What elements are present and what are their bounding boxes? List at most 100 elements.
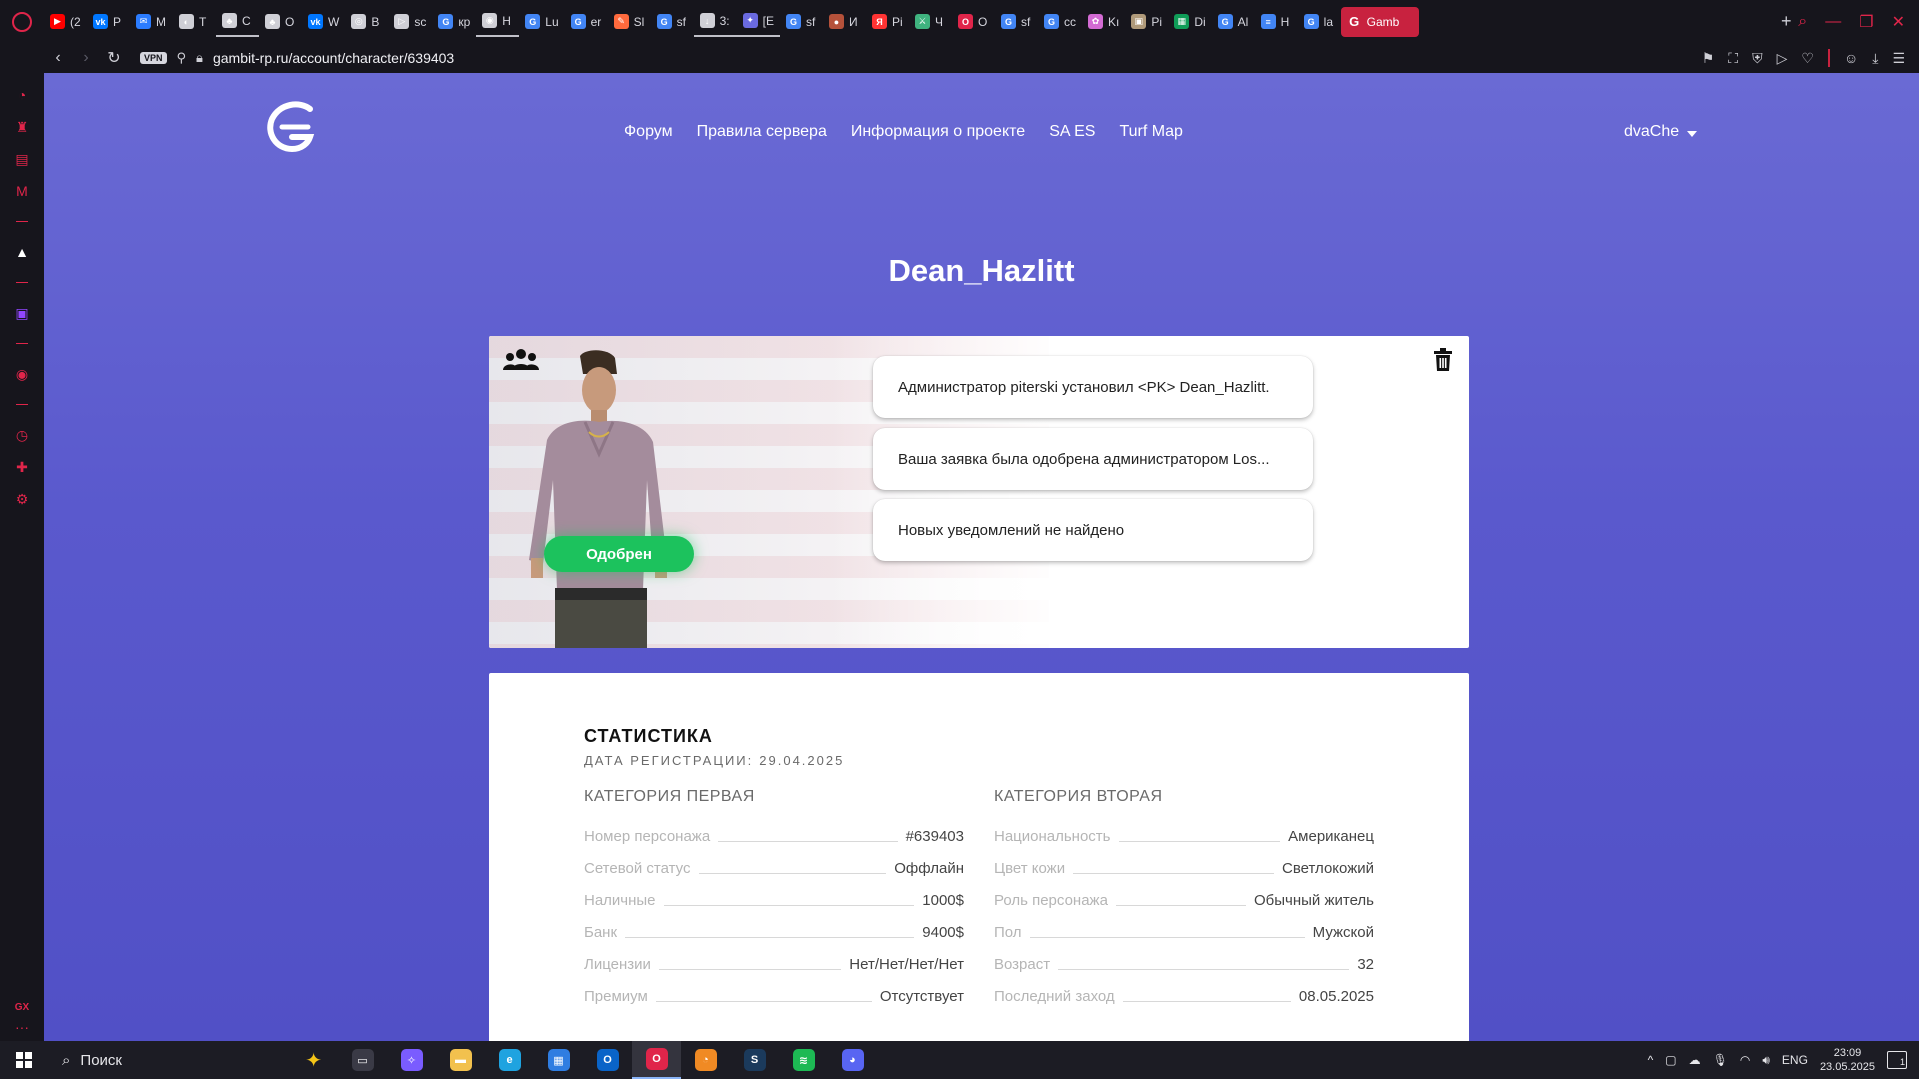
browser-tab[interactable]: Gsf [995,7,1038,37]
trash-icon[interactable] [1433,348,1453,372]
browser-tab[interactable]: ♣ C [216,7,259,37]
nav-link[interactable]: Правила сервера [697,123,827,141]
extensions-icon[interactable]: ✚ [9,454,35,480]
taskbar-app[interactable]: O [632,1041,681,1079]
settings-icon[interactable]: ⚙ [9,486,35,512]
browser-tab[interactable]: ⚔ Ч [909,7,952,37]
shield-icon[interactable]: ⛨ [1752,50,1763,67]
search-tabs-icon[interactable]: ⌕ [1798,13,1807,31]
nav-link[interactable]: SA ES [1049,123,1095,141]
url-field[interactable]: gambit-rp.ru/account/character/639403 [213,50,454,66]
taskbar-app[interactable]: S [730,1041,779,1079]
player-icon[interactable]: ◉ [9,361,35,387]
nav-link[interactable]: Информация о проекте [851,123,1025,141]
browser-tab[interactable]: ◎ B [345,7,388,37]
browser-tab[interactable]: ▶ (2 [44,7,87,37]
user-menu[interactable]: dvaChe [1624,123,1698,141]
back-icon[interactable]: ‹ [44,49,72,67]
bookmark-icon[interactable]: ⚑ [1702,50,1715,67]
gx-control-icon[interactable]: ◔ [9,82,35,108]
easy-setup-icon[interactable]: ☰ [1892,50,1905,67]
stat-value: Мужской [1312,923,1374,941]
chevron-up-icon[interactable]: ^ [1648,1053,1654,1067]
browser-tab[interactable]: Я Pi [866,7,909,37]
taskbar-app[interactable]: ▦ [534,1041,583,1079]
meet-icon[interactable]: ▢ [1665,1053,1676,1067]
gambit-logo-icon[interactable] [262,97,322,157]
toolbar-divider [1827,49,1830,67]
taskbar-app[interactable]: ◕ [828,1041,877,1079]
browser-tab[interactable]: vk W [302,7,345,37]
browser-tab[interactable]: ✿ Kı [1082,7,1125,37]
taskbar-app[interactable]: ≋ [779,1041,828,1079]
category-second: КАТЕГОРИЯ ВТОРАЯ Национальность Американе… [994,788,1374,1012]
browser-tab[interactable]: Ger [565,7,608,37]
taskbar-search[interactable]: ⌕ Поиск ✦ [48,1041,338,1079]
browser-tab[interactable]: ↓ 3: [693,7,737,37]
browser-tab[interactable]: Gla [1298,7,1341,37]
browser-tab[interactable]: ▦ Di [1168,7,1211,37]
browser-tab[interactable]: Gcc [1038,7,1082,37]
new-tab-button[interactable]: + [1774,10,1798,34]
vpn-badge[interactable]: VPN [140,52,167,64]
taskbar-app[interactable]: ▬ [436,1041,485,1079]
windows-start-icon[interactable] [0,1052,48,1068]
weather-icon[interactable]: ☁ [1689,1053,1701,1067]
browser-tab[interactable]: ◉ H [476,7,520,37]
forward-icon[interactable]: › [72,49,100,67]
profile-icon[interactable]: ☺ [1844,50,1858,66]
reload-icon[interactable]: ↻ [100,48,128,68]
browser-tab[interactable]: Gsf [780,7,823,37]
news-icon[interactable]: ▤ [9,146,35,172]
browser-tab[interactable]: ✦ [E [736,7,780,37]
taskbar-app[interactable]: ◔ [681,1041,730,1079]
taskbar-app[interactable]: O [583,1041,632,1079]
wifi-icon[interactable]: ◠ [1740,1053,1750,1067]
browser-tab[interactable]: vk P [87,7,130,37]
notification-item[interactable]: Администратор piterski установил <PK> De… [873,356,1313,418]
more-icon[interactable]: ··· [15,1019,29,1035]
twitch-icon[interactable]: ▣ [9,300,35,326]
heart-icon[interactable]: ♡ [1801,50,1814,67]
taskbar-app[interactable]: ▭ [338,1041,387,1079]
browser-tab[interactable]: OO [952,7,995,37]
browser-tab[interactable]: Gsf [651,7,694,37]
browser-tab-active[interactable]: G Gamb [1340,6,1419,37]
site-info-icon[interactable]: ⚲ [177,50,187,66]
taskbar-app[interactable]: ✧ [387,1041,436,1079]
browser-tab[interactable]: ✎ Sl [608,7,651,37]
minimize-icon[interactable]: — [1825,13,1841,31]
restore-icon[interactable]: ❐ [1859,12,1873,32]
browser-tab[interactable]: ◐ T [173,7,216,37]
stat-label: Возраст [994,955,1051,973]
history-icon[interactable]: ◷ [9,422,35,448]
flow-icon[interactable]: ▷ [1777,50,1788,67]
messenger-icon[interactable]: M [9,178,35,204]
language-indicator[interactable]: ENG [1782,1053,1808,1067]
browser-tab[interactable]: ♣ O [259,7,302,37]
browser-tab[interactable]: ▷ sc [388,7,432,37]
tab-label: sf [805,14,816,29]
opera-gx-menu-icon[interactable] [0,0,44,43]
browser-tab[interactable]: ✉ M [130,7,173,37]
notification-center-icon[interactable]: 1 [1887,1051,1907,1069]
browser-tab[interactable]: G Al [1212,7,1255,37]
browser-tab[interactable]: ▣ Pi [1125,7,1168,37]
browser-tab[interactable]: ● И [823,7,866,37]
gx-corner-icon[interactable]: ♜ [9,114,35,140]
nav-link[interactable]: Форум [624,123,673,141]
browser-tab[interactable]: ≡ H [1255,7,1298,37]
snapshot-icon[interactable]: ⛶ [1728,50,1738,67]
downloads-icon[interactable]: ⤓ [1872,50,1878,67]
microphone-icon[interactable]: 🎙︎ [1713,1053,1728,1067]
taskbar-app[interactable]: e [485,1041,534,1079]
aria-icon[interactable]: ▲ [9,239,35,265]
close-icon[interactable]: ✕ [1892,12,1905,32]
lock-icon[interactable]: 🔒︎ [196,50,203,66]
browser-tab[interactable]: Gкр [432,7,476,37]
volume-icon[interactable]: 🔊︎ [1762,1053,1770,1068]
clock[interactable]: 23:09 23.05.2025 [1820,1046,1875,1074]
browser-tab[interactable]: G Lu [519,7,564,37]
notification-item[interactable]: Ваша заявка была одобрена администраторо… [873,428,1313,490]
nav-link[interactable]: Turf Map [1119,123,1182,141]
